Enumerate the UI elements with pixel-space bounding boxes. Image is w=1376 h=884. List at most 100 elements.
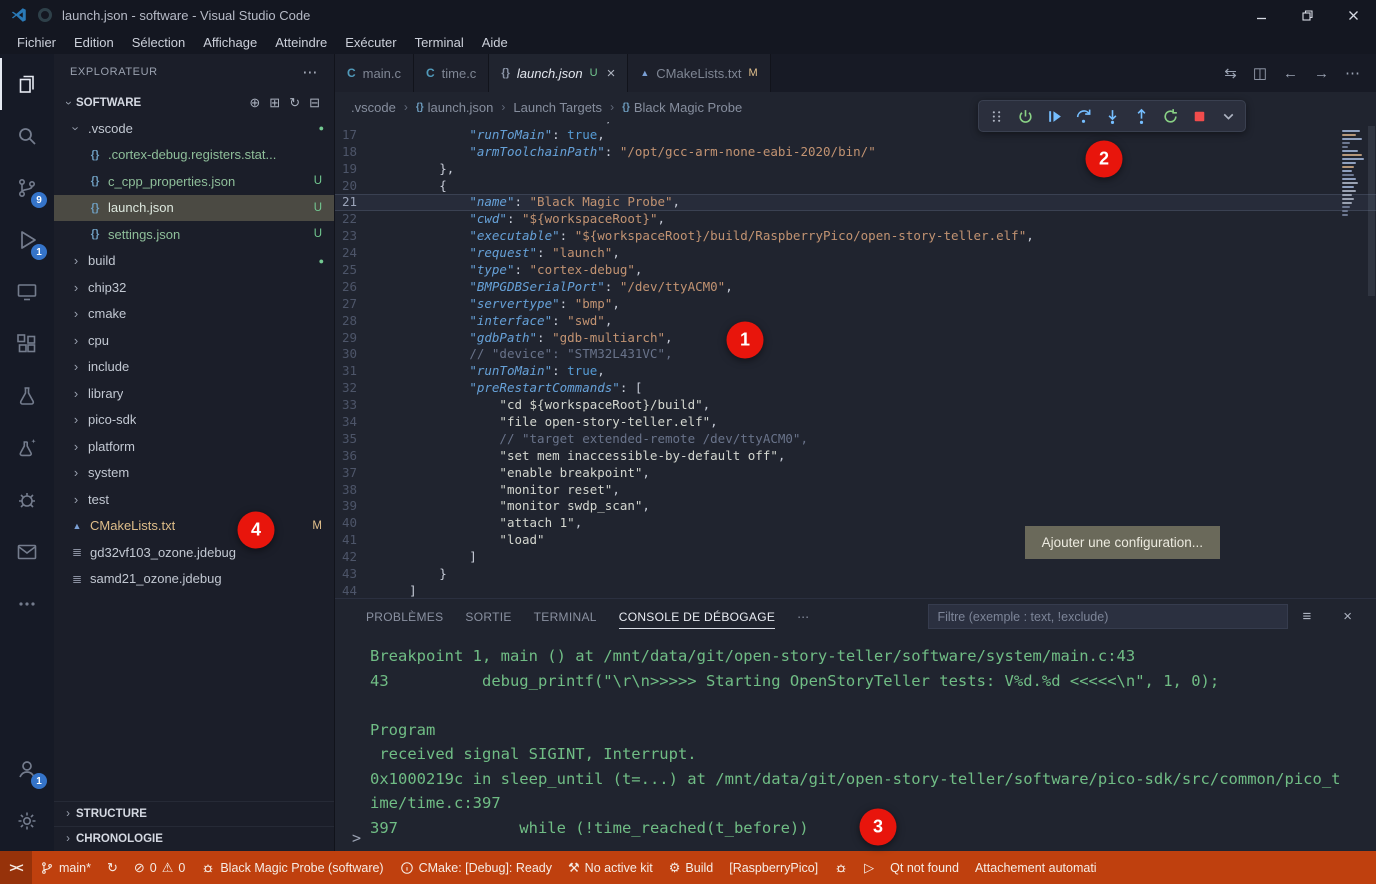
panel-tab-probl-mes[interactable]: PROBLÈMES: [355, 599, 454, 634]
tree-item-platform[interactable]: ›platform: [54, 433, 334, 460]
window-restore-button[interactable]: [1284, 0, 1330, 30]
close-icon[interactable]: ×: [1343, 609, 1352, 624]
tree-item-build[interactable]: ›build●: [54, 248, 334, 275]
debug-session-menu-button[interactable]: [1215, 103, 1241, 129]
code-line-20[interactable]: 20 {: [335, 178, 1376, 195]
code-line-36[interactable]: 36 "set mem inaccessible-by-default off"…: [335, 448, 1376, 465]
tree-item-pico-sdk[interactable]: ›pico-sdk: [54, 407, 334, 434]
split-icon[interactable]: ◫: [1253, 66, 1267, 81]
tree-item-launch-json[interactable]: {}launch.jsonU: [54, 195, 334, 222]
panel-tab-console-de-d-bogage[interactable]: CONSOLE DE DÉBOGAGE: [608, 599, 786, 634]
menu-item-affichage[interactable]: Affichage: [194, 35, 266, 50]
code-line-43[interactable]: 43 }: [335, 566, 1376, 583]
activity-remote-explorer[interactable]: [0, 266, 54, 318]
panel-tab-terminal[interactable]: TERMINAL: [523, 599, 608, 634]
drag-handle-icon[interactable]: [983, 103, 1009, 129]
collapse-icon[interactable]: ⊟: [309, 96, 320, 109]
compare-icon[interactable]: ⇆: [1224, 66, 1237, 81]
status-qt-status[interactable]: Qt not found: [882, 851, 967, 884]
menu-item-aide[interactable]: Aide: [473, 35, 517, 50]
status-cmake-build[interactable]: ⚙Build: [661, 851, 721, 884]
section-header-structure[interactable]: ›STRUCTURE: [54, 801, 334, 826]
window-close-button[interactable]: [1330, 0, 1376, 30]
debug-console-filter-input[interactable]: [928, 604, 1288, 629]
section-header-chronologie[interactable]: ›CHRONOLOGIE: [54, 826, 334, 851]
activity-mail-view[interactable]: [0, 526, 54, 578]
code-line-31[interactable]: 31 "runToMain": true,: [335, 363, 1376, 380]
activity-extensions[interactable]: [0, 318, 54, 370]
clear-icon[interactable]: ≡: [1302, 609, 1311, 624]
new-file-icon[interactable]: ⊕: [249, 96, 260, 109]
breadcrumb-item-black-magic-probe[interactable]: {}Black Magic Probe: [622, 100, 742, 115]
tree-item-settings-json[interactable]: {}settings.jsonU: [54, 221, 334, 248]
activity-source-control[interactable]: 9: [0, 162, 54, 214]
status-cmake-launch[interactable]: ▷: [856, 851, 882, 884]
code-line-38[interactable]: 38 "monitor reset",: [335, 482, 1376, 499]
breadcrumb-item-vscode[interactable]: .vscode: [351, 100, 396, 115]
menu-item-ex-cuter[interactable]: Exécuter: [336, 35, 405, 50]
panel-tab-more[interactable]: ⋯: [786, 599, 820, 634]
tab-main-c[interactable]: Cmain.c: [335, 54, 414, 92]
menu-item-s-lection[interactable]: Sélection: [123, 35, 194, 50]
continue-button[interactable]: [1041, 103, 1067, 129]
tab-launch-json[interactable]: {}launch.jsonU×: [489, 54, 628, 92]
activity-search[interactable]: [0, 110, 54, 162]
activity-explorer[interactable]: [0, 58, 54, 110]
tree-item-samd21-ozone-jdebug[interactable]: ≣samd21_ozone.jdebug: [54, 566, 334, 593]
forward-icon[interactable]: →: [1314, 66, 1329, 81]
menu-item-atteindre[interactable]: Atteindre: [266, 35, 336, 50]
code-line-22[interactable]: 22 "cwd": "${workspaceRoot}",: [335, 211, 1376, 228]
activity-more-views[interactable]: [0, 578, 54, 630]
code-line-30[interactable]: 30 // "device": "STM32L431VC",: [335, 346, 1376, 363]
more-icon[interactable]: ⋯: [1345, 66, 1360, 81]
code-editor[interactable]: 16 "interface": "swd",17 "runToMain": tr…: [335, 122, 1376, 598]
editor-scrollbar[interactable]: [1367, 122, 1376, 598]
status-auto-attach[interactable]: Attachement automati: [967, 851, 1105, 884]
status-cmake-kit[interactable]: ⚒No active kit: [560, 851, 661, 884]
menu-item-edition[interactable]: Edition: [65, 35, 123, 50]
code-line-19[interactable]: 19 },: [335, 161, 1376, 178]
stop-button[interactable]: [1186, 103, 1212, 129]
minimap[interactable]: [1340, 124, 1366, 444]
restart-button[interactable]: [1157, 103, 1183, 129]
step-into-button[interactable]: [1099, 103, 1125, 129]
breadcrumb-item-launch-json[interactable]: {}launch.json: [416, 100, 494, 115]
close-icon[interactable]: ×: [607, 65, 616, 82]
menu-item-fichier[interactable]: Fichier: [8, 35, 65, 50]
tree-item-vscode[interactable]: ›.vscode●: [54, 115, 334, 142]
tree-item-cmakelists-txt[interactable]: ▲CMakeLists.txtM: [54, 513, 334, 540]
code-line-28[interactable]: 28 "interface": "swd",: [335, 313, 1376, 330]
code-line-25[interactable]: 25 "type": "cortex-debug",: [335, 262, 1376, 279]
tab-time-c[interactable]: Ctime.c: [414, 54, 489, 92]
status-sync-changes[interactable]: ↻: [99, 851, 126, 884]
code-line-35[interactable]: 35 // "target extended-remote /dev/ttyAC…: [335, 431, 1376, 448]
code-line-23[interactable]: 23 "executable": "${workspaceRoot}/build…: [335, 228, 1376, 245]
reset-device-button[interactable]: [1012, 103, 1038, 129]
activity-accounts[interactable]: 1: [0, 743, 54, 795]
step-over-button[interactable]: [1070, 103, 1096, 129]
code-line-24[interactable]: 24 "request": "launch",: [335, 245, 1376, 262]
activity-testing[interactable]: [0, 422, 54, 474]
activity-debug-adapter[interactable]: [0, 474, 54, 526]
refresh-icon[interactable]: ↻: [289, 96, 300, 109]
tree-item-cmake[interactable]: ›cmake: [54, 301, 334, 328]
code-line-44[interactable]: 44 ]: [335, 583, 1376, 598]
activity-test-explorer[interactable]: [0, 370, 54, 422]
code-line-27[interactable]: 27 "servertype": "bmp",: [335, 296, 1376, 313]
tree-item-include[interactable]: ›include: [54, 354, 334, 381]
code-line-21[interactable]: 21 "name": "Black Magic Probe",: [335, 194, 1376, 211]
tree-item-cortex-debug-registers-stat[interactable]: {}.cortex-debug.registers.stat...: [54, 142, 334, 169]
back-icon[interactable]: ←: [1283, 66, 1298, 81]
status-cmake-status[interactable]: CMake: [Debug]: Ready: [392, 851, 560, 884]
tree-item-c-cpp-properties-json[interactable]: {}c_cpp_properties.jsonU: [54, 168, 334, 195]
code-line-39[interactable]: 39 "monitor swdp_scan",: [335, 498, 1376, 515]
panel-tab-sortie[interactable]: SORTIE: [454, 599, 522, 634]
breadcrumb-item-launch-targets[interactable]: Launch Targets: [513, 100, 602, 115]
code-line-37[interactable]: 37 "enable breakpoint",: [335, 465, 1376, 482]
status-debug-target[interactable]: Black Magic Probe (software): [193, 851, 391, 884]
tab-cmakelists-txt[interactable]: ▲CMakeLists.txtM: [628, 54, 770, 92]
tree-item-cpu[interactable]: ›cpu: [54, 327, 334, 354]
tree-item-library[interactable]: ›library: [54, 380, 334, 407]
code-line-33[interactable]: 33 "cd ${workspaceRoot}/build",: [335, 397, 1376, 414]
new-folder-icon[interactable]: ⊞: [269, 96, 280, 109]
